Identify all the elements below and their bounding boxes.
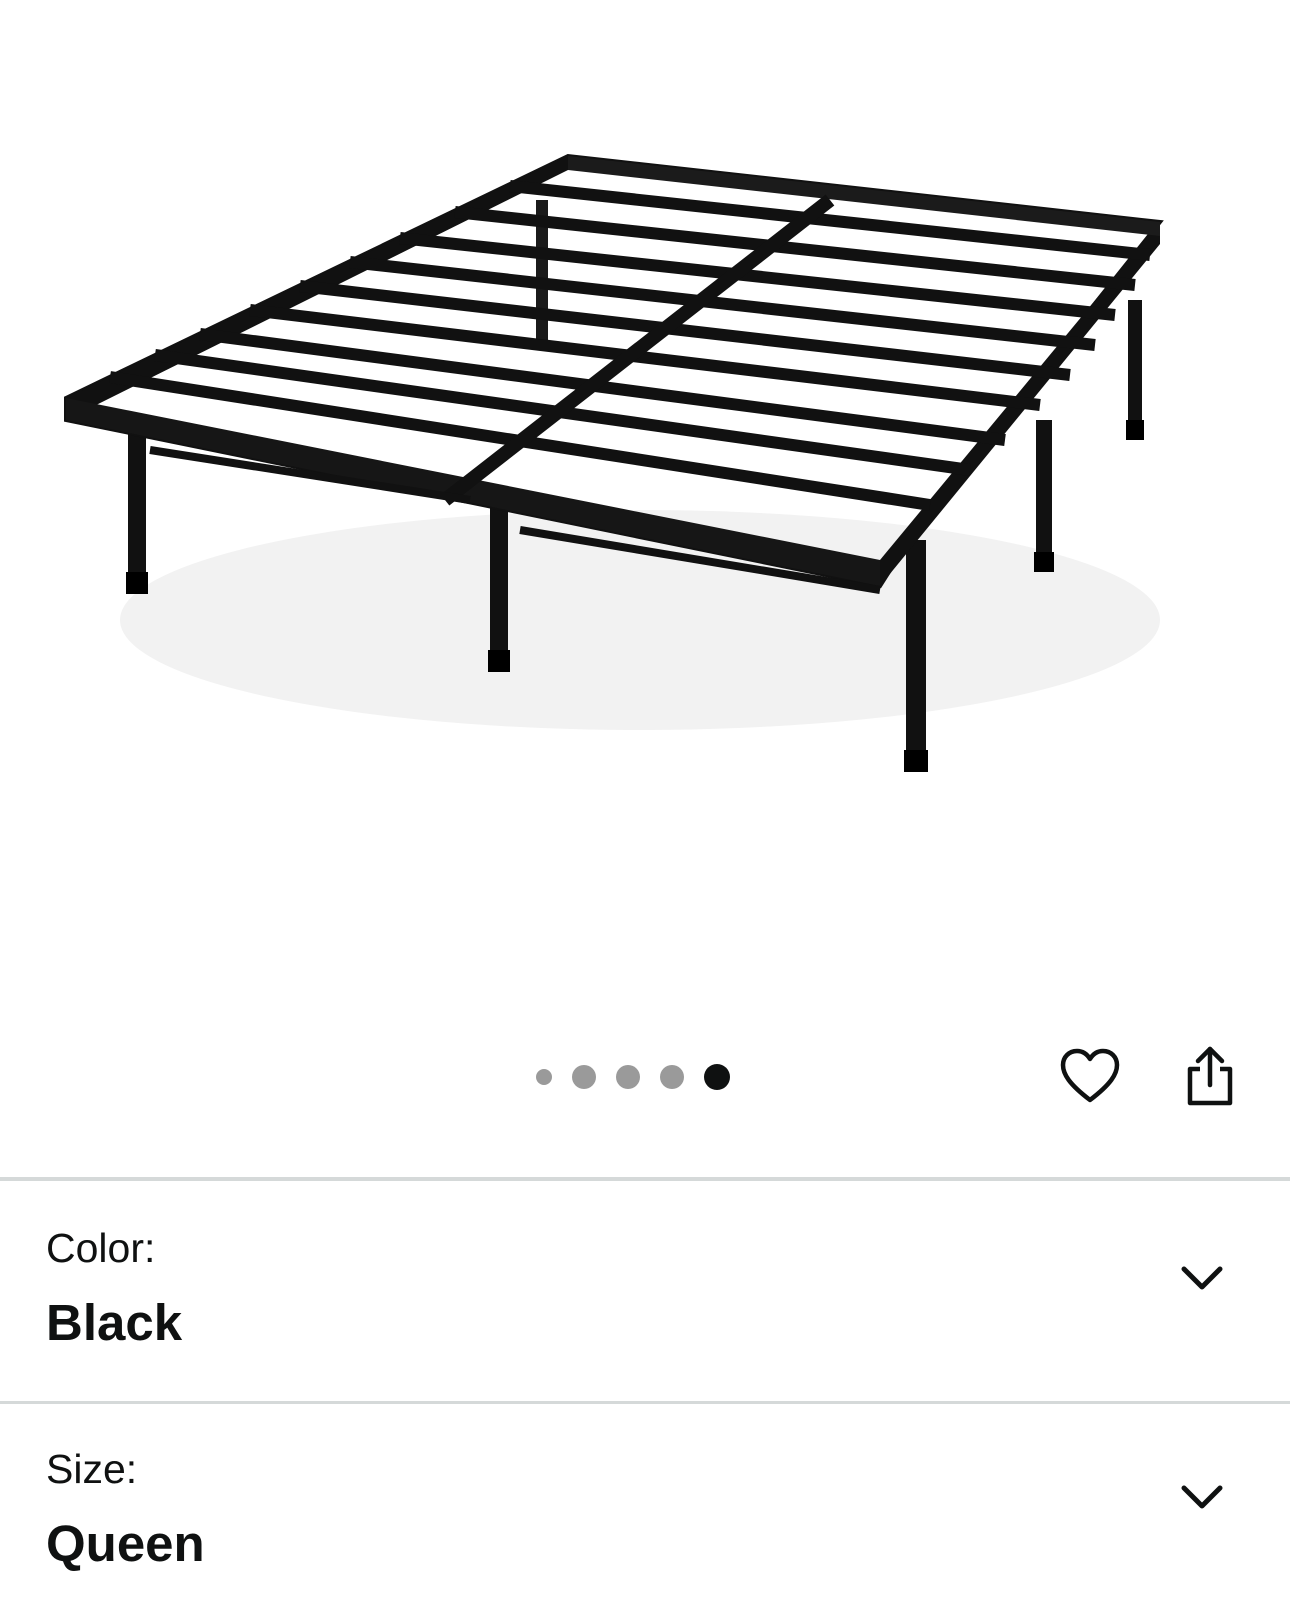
chevron-down-icon: [1181, 1266, 1223, 1290]
wishlist-button[interactable]: [1052, 1038, 1128, 1114]
size-selector[interactable]: Size: Queen: [0, 1404, 1290, 1622]
color-value: Black: [46, 1294, 183, 1351]
chevron-down-icon: [1181, 1485, 1223, 1509]
share-button[interactable]: [1172, 1038, 1248, 1114]
carousel-dot[interactable]: [616, 1065, 640, 1089]
bed-frame-image: [64, 153, 1164, 772]
product-image[interactable]: [0, 0, 1290, 1000]
size-value: Queen: [46, 1515, 205, 1572]
carousel-dot[interactable]: [536, 1069, 552, 1085]
carousel-dot[interactable]: [572, 1065, 596, 1089]
image-carousel-indicator[interactable]: [536, 1063, 730, 1091]
color-selector[interactable]: Color: Black: [0, 1181, 1290, 1399]
carousel-dot-active[interactable]: [704, 1064, 730, 1090]
color-label: Color:: [46, 1225, 156, 1271]
carousel-dot[interactable]: [660, 1065, 684, 1089]
size-label: Size:: [46, 1446, 138, 1492]
heart-icon: [1060, 1048, 1120, 1103]
share-icon: [1187, 1046, 1233, 1106]
